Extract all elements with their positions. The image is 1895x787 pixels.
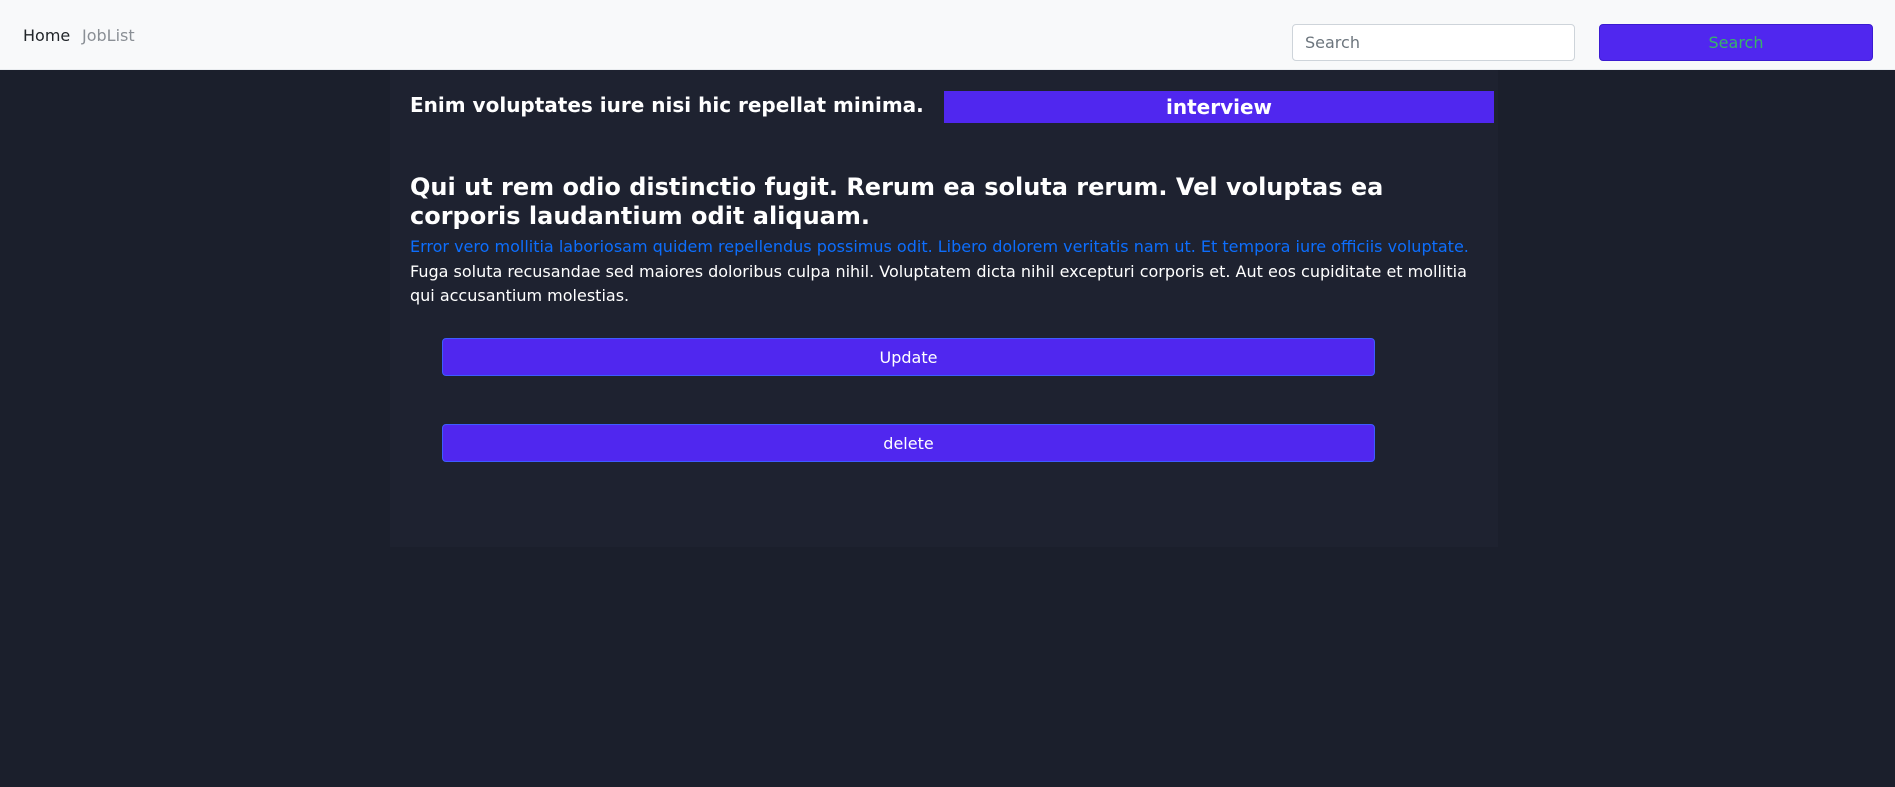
top-navbar: Home JobList Search bbox=[0, 0, 1895, 70]
job-description: Fuga soluta recusandae sed maiores dolor… bbox=[410, 262, 1467, 305]
nav-link-home[interactable]: Home bbox=[23, 26, 70, 46]
job-subtitle: Error vero mollitia laboriosam quidem re… bbox=[410, 237, 1469, 256]
job-detail-card: Enim voluptates iure nisi hic repellat m… bbox=[390, 70, 1498, 547]
delete-button[interactable]: delete bbox=[442, 424, 1375, 462]
company-name: Enim voluptates iure nisi hic repellat m… bbox=[410, 93, 924, 117]
search-input[interactable] bbox=[1292, 24, 1575, 61]
nav-link-joblist[interactable]: JobList bbox=[82, 26, 135, 46]
job-title: Qui ut rem odio distinctio fugit. Rerum … bbox=[410, 173, 1384, 230]
status-badge: interview bbox=[944, 91, 1494, 123]
update-button[interactable]: Update bbox=[442, 338, 1375, 376]
search-button[interactable]: Search bbox=[1599, 24, 1873, 61]
